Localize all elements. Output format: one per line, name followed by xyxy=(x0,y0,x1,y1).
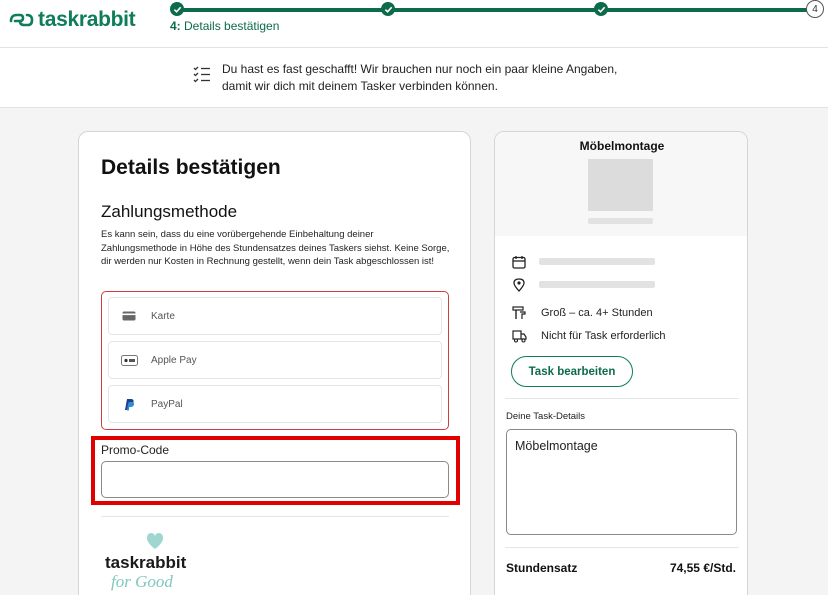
tools-icon xyxy=(511,305,527,321)
payment-option-label: Apple Pay xyxy=(151,354,197,366)
summary-divider xyxy=(505,398,739,399)
tasker-name-placeholder xyxy=(588,218,653,224)
summary-row-vehicle: Nicht für Task erforderlich xyxy=(511,328,666,344)
calendar-icon xyxy=(511,254,527,270)
payment-option-apple-pay[interactable]: Apple Pay xyxy=(108,341,442,379)
payment-options-group: Karte Apple Pay PayPal xyxy=(101,291,449,430)
for-good-logo-name: taskrabbit xyxy=(105,553,187,572)
hourly-rate-label: Stundensatz xyxy=(506,561,578,575)
top-bar: taskrabbit 4 4: Details bestätigen xyxy=(0,0,828,48)
date-placeholder xyxy=(539,258,655,265)
current-step-label: 4: Details bestätigen xyxy=(170,19,279,33)
hourly-rate-value: 74,55 €/Std. xyxy=(669,561,736,575)
apple-pay-icon xyxy=(120,354,138,366)
task-details-textarea[interactable]: Möbelmontage xyxy=(506,429,737,535)
paypal-icon xyxy=(120,398,138,411)
edit-task-button[interactable]: Task bearbeiten xyxy=(511,356,633,387)
summary-row-size: Groß – ca. 4+ Stunden xyxy=(511,305,653,321)
step-2-check-icon xyxy=(381,2,395,16)
tasker-avatar xyxy=(588,159,653,211)
details-card: Details bestätigen Zahlungsmethode Es ka… xyxy=(78,131,471,595)
current-step-number: 4: xyxy=(170,19,181,33)
summary-row-text: Nicht für Task erforderlich xyxy=(541,330,666,342)
page-title: Details bestätigen xyxy=(101,156,281,179)
step-3-check-icon xyxy=(594,2,608,16)
section-divider xyxy=(101,516,449,517)
taskrabbit-for-good-logo: taskrabbit for Good xyxy=(105,533,187,591)
task-summary-card: Möbelmontage Groß – ca. 4+ Stunden Nicht… xyxy=(494,131,748,595)
credit-card-icon xyxy=(120,311,138,321)
payment-description: Es kann sein, dass du eine vorübergehend… xyxy=(101,229,450,267)
progress-line xyxy=(174,8,814,12)
current-step-text: Details bestätigen xyxy=(184,19,280,33)
taskrabbit-logo[interactable]: taskrabbit xyxy=(8,8,136,32)
summary-row-date xyxy=(511,254,541,270)
payment-heading: Zahlungsmethode xyxy=(101,202,238,221)
summary-row-text: Groß – ca. 4+ Stunden xyxy=(541,307,653,319)
task-details-label: Deine Task-Details xyxy=(506,411,586,422)
payment-option-card[interactable]: Karte xyxy=(108,297,442,335)
for-good-logo-tagline: for Good xyxy=(111,572,173,591)
summary-divider-2 xyxy=(505,547,739,548)
promo-code-label: Promo-Code xyxy=(101,443,170,457)
checklist-icon xyxy=(193,66,210,83)
location-pin-icon xyxy=(511,277,527,293)
truck-icon xyxy=(511,328,527,344)
summary-title: Möbelmontage xyxy=(579,139,665,153)
progress-bar: 4 xyxy=(170,0,824,20)
taskrabbit-logo-icon xyxy=(9,13,34,27)
location-placeholder xyxy=(539,281,655,288)
payment-option-label: Karte xyxy=(151,310,175,322)
step-4-indicator: 4 xyxy=(806,0,824,18)
banner-text: Du hast es fast geschafft! Wir brauchen … xyxy=(222,62,618,93)
payment-option-label: PayPal xyxy=(151,398,183,410)
summary-header: Möbelmontage xyxy=(495,132,747,236)
promo-code-input[interactable] xyxy=(101,461,449,498)
summary-row-location xyxy=(511,277,541,293)
logo-text: taskrabbit xyxy=(38,8,136,31)
step-1-check-icon xyxy=(170,2,184,16)
info-banner: Du hast es fast geschafft! Wir brauchen … xyxy=(0,48,828,108)
payment-option-paypal[interactable]: PayPal xyxy=(108,385,442,423)
